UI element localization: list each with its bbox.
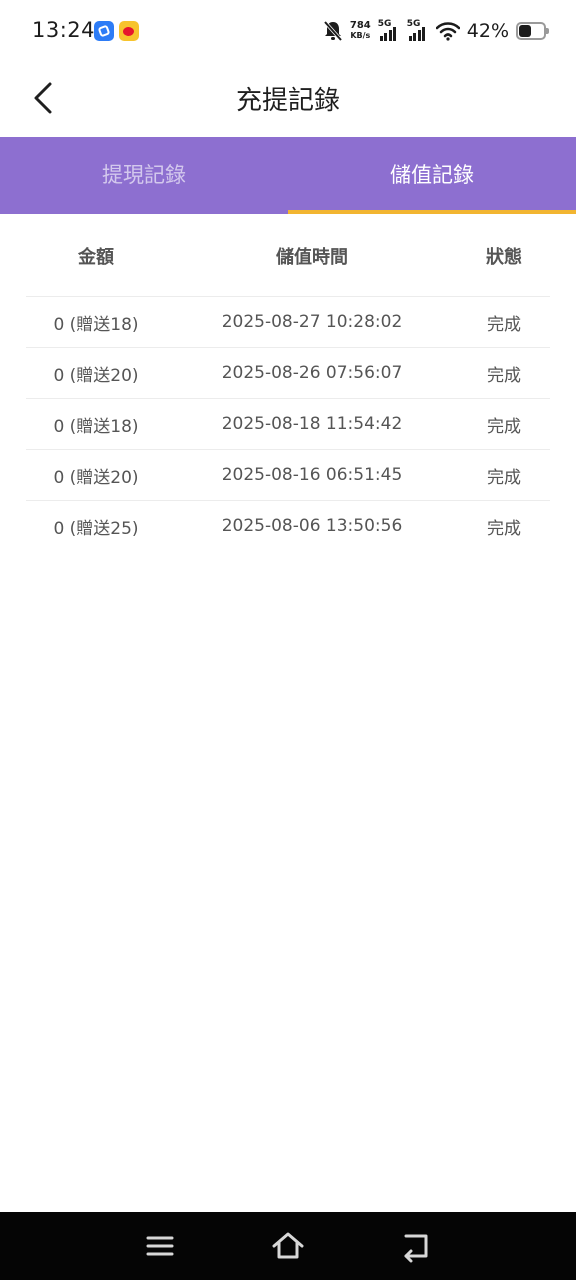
battery-icon xyxy=(516,22,549,40)
home-button[interactable] xyxy=(270,1228,306,1264)
active-tab-indicator xyxy=(288,210,576,214)
battery-percent: 42% xyxy=(466,20,509,42)
status-time: 13:24 xyxy=(32,18,96,42)
network-speed-value: 784 xyxy=(349,20,371,31)
back-nav-button[interactable] xyxy=(398,1228,434,1264)
column-header-status: 狀態 xyxy=(486,247,522,268)
tab-withdraw-records[interactable]: 提現記錄 xyxy=(0,137,288,214)
cell-status: 完成 xyxy=(487,416,521,437)
back-icon xyxy=(404,1234,428,1263)
menu-button[interactable] xyxy=(142,1228,178,1264)
cell-time: 2025-08-06 13:50:56 xyxy=(221,516,403,536)
menu-icon xyxy=(146,1236,174,1256)
tab-label: 提現記錄 xyxy=(102,163,186,187)
cell-amount: 0 (贈送20) xyxy=(53,365,139,386)
table-row: 0 (贈送18) 2025-08-18 11:54:42 完成 xyxy=(26,399,550,450)
table-header: 金額 儲值時間 狀態 xyxy=(26,216,550,297)
cell-amount: 0 (贈送18) xyxy=(53,314,139,335)
table-row: 0 (贈送20) 2025-08-26 07:56:07 完成 xyxy=(26,348,550,399)
screen: 13:24 784 KB/s 5G 5G 42% 充提記錄 提現記錄 儲值記錄 … xyxy=(0,0,576,1280)
weibo-icon xyxy=(119,21,139,41)
table-row: 0 (贈送20) 2025-08-16 06:51:45 完成 xyxy=(26,450,550,501)
column-header-time: 儲值時間 xyxy=(276,247,348,268)
status-bar: 13:24 784 KB/s 5G 5G 42% xyxy=(0,0,576,62)
column-header-amount: 金額 xyxy=(78,247,114,268)
app-notification-icon xyxy=(94,21,114,41)
status-indicators: 784 KB/s 5G 5G 42% xyxy=(316,16,549,46)
home-icon xyxy=(272,1232,304,1259)
table-row: 0 (贈送18) 2025-08-27 10:28:02 完成 xyxy=(26,297,550,348)
cell-time: 2025-08-18 11:54:42 xyxy=(221,414,403,434)
cell-status: 完成 xyxy=(487,365,521,386)
cell-status: 完成 xyxy=(487,518,521,539)
network-speed: 784 KB/s xyxy=(350,21,371,41)
tab-bar: 提現記錄 儲值記錄 xyxy=(0,137,576,214)
cell-time: 2025-08-16 06:51:45 xyxy=(221,465,403,485)
cell-amount: 0 (贈送18) xyxy=(53,416,139,437)
cell-status: 完成 xyxy=(487,467,521,488)
deposit-records-table: 金額 儲值時間 狀態 0 (贈送18) 2025-08-27 10:28:02 … xyxy=(26,216,550,551)
mute-bell-icon xyxy=(323,20,343,42)
table-row: 0 (贈送25) 2025-08-06 13:50:56 完成 xyxy=(26,501,550,551)
cell-status: 完成 xyxy=(487,314,521,335)
page-title: 充提記錄 xyxy=(235,86,340,116)
cell-time: 2025-08-27 10:28:02 xyxy=(221,312,403,332)
tab-deposit-records[interactable]: 儲值記錄 xyxy=(288,137,576,214)
network-speed-unit: KB/s xyxy=(350,31,371,40)
wifi-icon xyxy=(435,22,460,41)
system-navigation-bar xyxy=(0,1212,576,1280)
cell-time: 2025-08-26 07:56:07 xyxy=(221,363,403,383)
tab-label: 儲值記錄 xyxy=(390,163,474,187)
header: 充提記錄 xyxy=(0,62,576,137)
cell-amount: 0 (贈送25) xyxy=(53,518,139,539)
cell-amount: 0 (贈送20) xyxy=(53,467,139,488)
signal-icon: 5G xyxy=(407,19,429,43)
signal-icon: 5G xyxy=(378,19,400,43)
